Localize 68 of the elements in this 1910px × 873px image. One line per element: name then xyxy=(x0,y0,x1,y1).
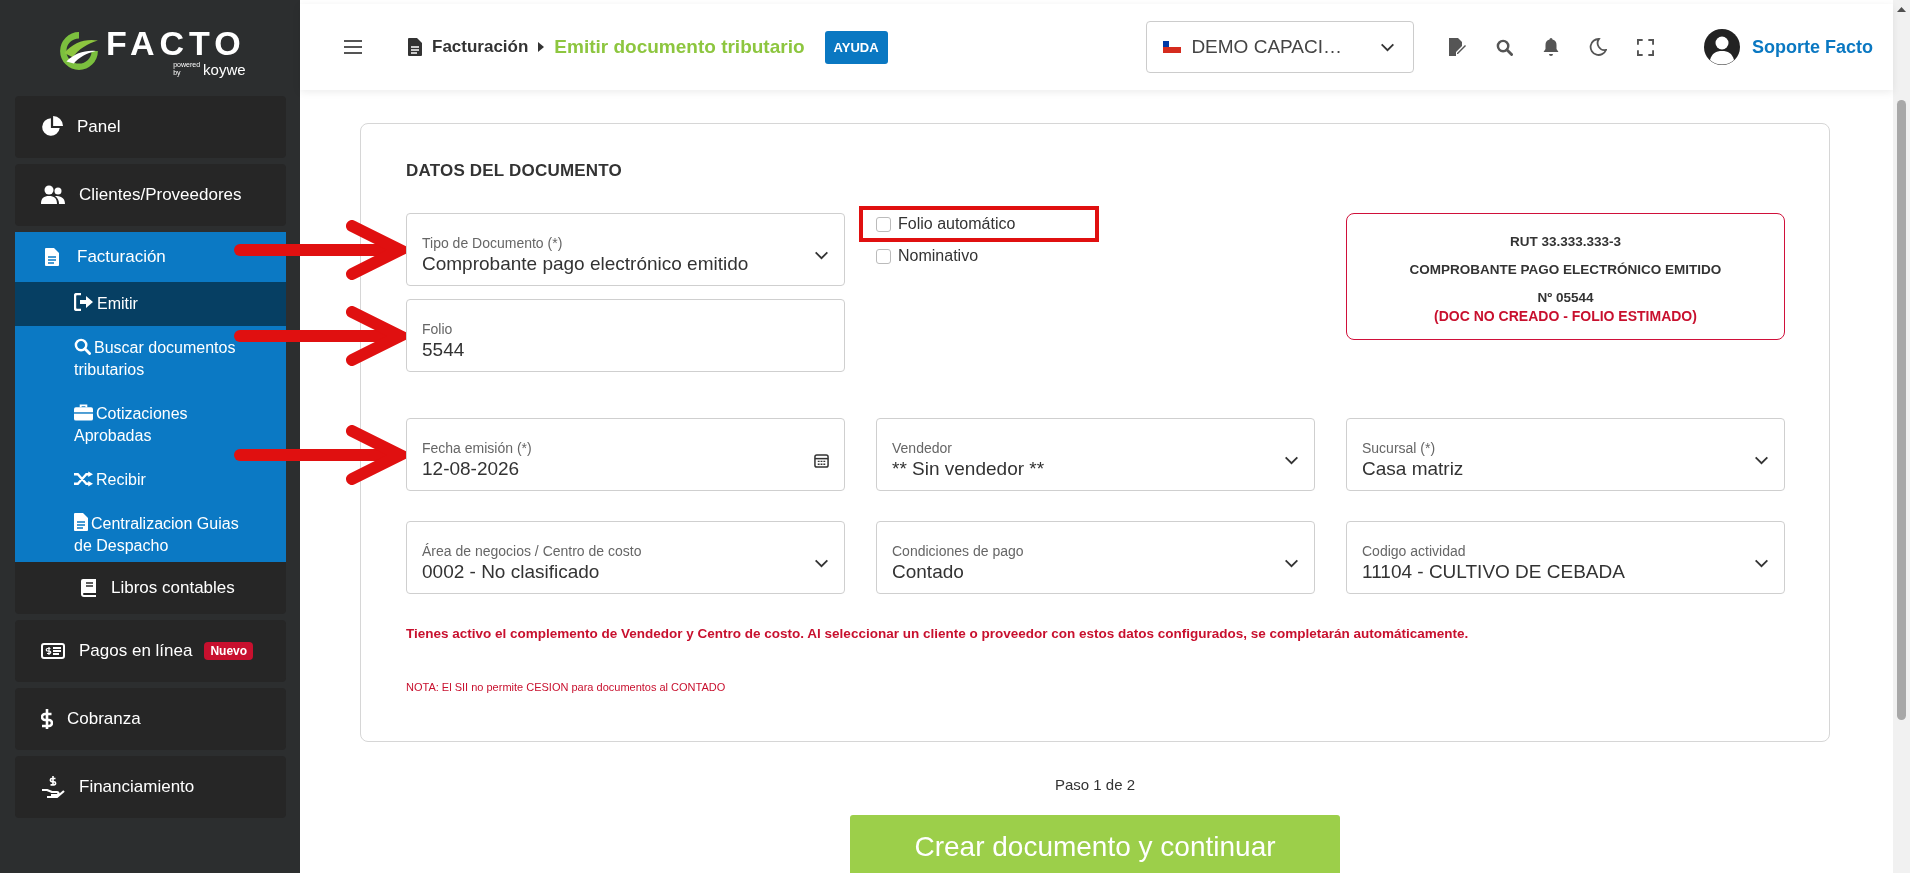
rut-text: RUT 33.333.333-3 xyxy=(1508,234,1623,250)
users-icon xyxy=(41,185,65,205)
chevron-down-icon xyxy=(1754,456,1769,465)
company-selector[interactable]: DEMO CAPACI… xyxy=(1146,21,1414,73)
section-title: DATOS DEL DOCUMENTO xyxy=(406,161,623,181)
sidebar-item[interactable]: Facturación xyxy=(15,232,286,282)
help-button[interactable]: AYUDA xyxy=(824,30,888,64)
select-field[interactable]: Condiciones de pago Contado xyxy=(876,521,1315,594)
fullscreen-icon xyxy=(1637,38,1654,56)
search-icon xyxy=(74,338,91,355)
step-indicator: Paso 1 de 2 xyxy=(1053,776,1137,793)
document-icon xyxy=(45,248,59,266)
chevron-down-icon xyxy=(1754,559,1769,568)
chevron-down-icon xyxy=(1284,559,1299,568)
pie-chart-icon xyxy=(41,116,63,138)
sidebar-subitem[interactable]: Cotizaciones Aprobadas xyxy=(15,392,286,458)
checkbox-option[interactable]: Folio automático xyxy=(859,206,1099,242)
bell-icon xyxy=(1543,38,1559,56)
chevron-down-icon xyxy=(1284,456,1299,465)
document-icon xyxy=(408,38,422,56)
notice-text: Tienes activo el complemento de Vendedor y Centro de costo. Al seleccionar un cliente o proveedor con estos datos configurados, se completarán automáticamente. xyxy=(406,626,1470,641)
sidebar-subitem[interactable]: Emitir xyxy=(15,282,286,326)
user-name[interactable]: Soporte Facto xyxy=(1752,36,1873,58)
sidebar-subitem[interactable]: Buscar documentos tributarios xyxy=(15,326,286,392)
calendar-icon xyxy=(814,453,829,468)
dollar-icon xyxy=(41,709,53,729)
input-field[interactable]: Folio 5544 xyxy=(406,299,845,372)
new-badge: Nuevo xyxy=(204,642,254,660)
search-icon[interactable] xyxy=(1496,38,1513,56)
flag-icon xyxy=(1163,41,1182,53)
sidebar-item[interactable]: Panel xyxy=(15,96,286,158)
chevron-down-icon xyxy=(1380,42,1395,52)
document-type-text: COMPROBANTE PAGO ELECTRÓNICO EMITIDO xyxy=(1408,262,1723,278)
sidebar-item[interactable]: Financiamiento xyxy=(15,756,286,818)
document-icon xyxy=(74,513,88,531)
caret-right-icon xyxy=(538,42,545,52)
document-number-text: Nº 05544 xyxy=(1536,290,1595,306)
select-field[interactable]: Área de negocios / Centro de costo 0002 - No clasificado xyxy=(406,521,845,594)
sign-in-icon xyxy=(74,293,94,311)
select-field[interactable]: Codigo actividad 11104 - CULTIVO DE CEBADA xyxy=(1346,521,1785,594)
user-avatar-icon xyxy=(1704,29,1740,65)
document-status-text: (DOC NO CREADO - FOLIO ESTIMADO) xyxy=(1433,308,1698,324)
select-field[interactable]: Vendedor ** Sin vendedor ** xyxy=(876,418,1315,491)
note-text: NOTA: El SII no permite CESION para documentos al CONTADO xyxy=(406,681,727,693)
briefcase-icon xyxy=(74,404,93,421)
select-field[interactable]: Tipo de Documento (*) Comprobante pago electrónico emitido xyxy=(406,213,845,286)
chevron-down-icon xyxy=(814,251,829,260)
chevron-down-icon xyxy=(814,559,829,568)
sidebar-subitem[interactable]: Recibir xyxy=(15,458,286,502)
checkbox[interactable] xyxy=(876,216,891,232)
payment-card-icon xyxy=(41,643,65,659)
menu-icon xyxy=(344,40,362,54)
date-field[interactable]: Fecha emisión (*) 12-08-2026 xyxy=(406,418,845,491)
checkbox[interactable] xyxy=(876,248,891,264)
logo-partner-text: koywe xyxy=(203,62,246,77)
sidebar-item[interactable]: Libros contables xyxy=(15,562,286,614)
book-icon xyxy=(81,579,97,597)
breadcrumb-link[interactable]: Facturación xyxy=(432,37,529,57)
sidebar-item[interactable]: Cobranza xyxy=(15,688,286,750)
moon-icon xyxy=(1589,38,1607,56)
sidebar-item[interactable]: Pagos en línea Nuevo xyxy=(15,620,286,682)
edit-document-icon xyxy=(1448,38,1466,56)
logo-wordmark: FACTO xyxy=(106,25,246,60)
shuffle-icon xyxy=(74,471,93,487)
sidebar-item[interactable]: Clientes/Proveedores xyxy=(15,164,286,226)
logo-swoosh-icon xyxy=(58,30,100,72)
select-field[interactable]: Sucursal (*) Casa matriz xyxy=(1346,418,1785,491)
hand-money-icon xyxy=(41,776,65,798)
